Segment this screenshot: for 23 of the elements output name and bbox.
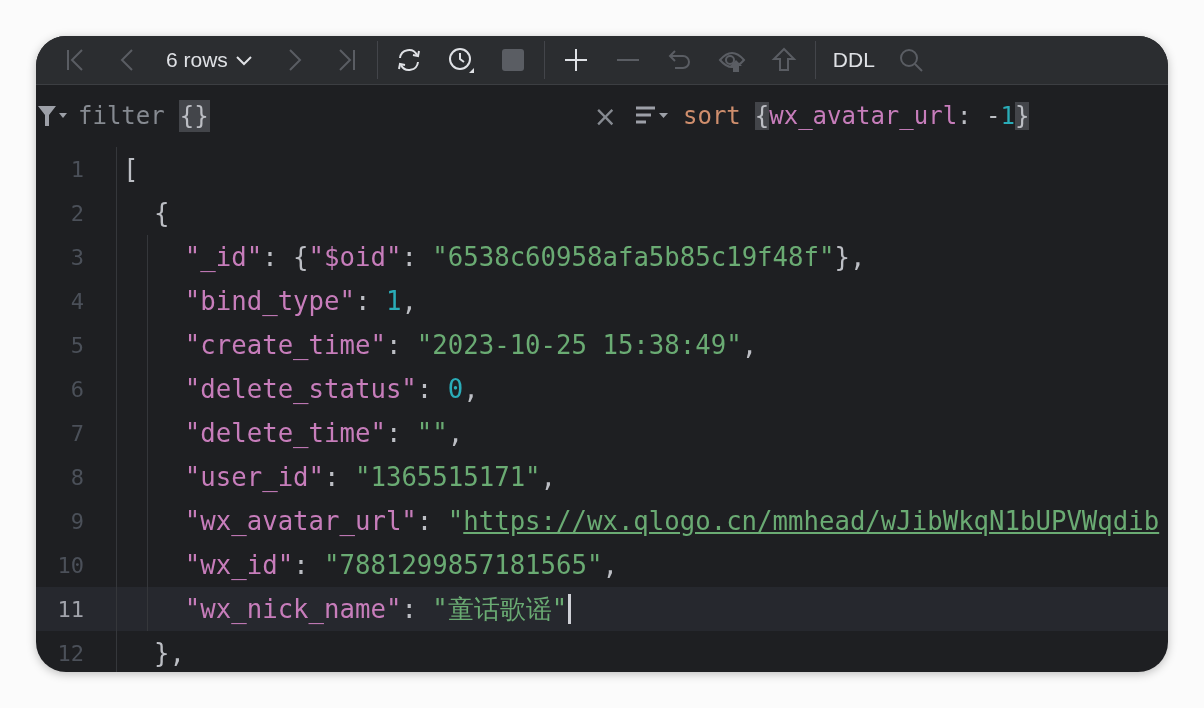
sort-icon[interactable] <box>635 105 671 127</box>
code-line: "delete_time": "", <box>184 418 464 448</box>
code-line: }, <box>153 638 185 668</box>
ddl-button[interactable]: DDL <box>832 48 875 72</box>
line-number: 11 <box>56 596 84 622</box>
filter-icon[interactable] <box>36 103 68 129</box>
rows-dropdown[interactable]: 6 rows <box>166 48 254 72</box>
code-line: { <box>153 198 170 228</box>
code-line: "_id": {"$oid": "6538c60958afa5b85c19f48f"}, <box>184 242 866 272</box>
code-line: "user_id": "1365515171", <box>184 462 557 492</box>
clear-button[interactable]: × <box>589 99 621 133</box>
code-line: "wx_id": "7881299857181565", <box>184 550 618 580</box>
code-line: "bind_type": 1, <box>184 286 417 316</box>
code-line: "create_time": "2023-10-25 15:38:49", <box>184 330 758 360</box>
code-line: "wx_avatar_url": "https://wx.qlogo.cn/mmhead/wJibWkqN1bUPVWqdib <box>184 506 1160 536</box>
chevron-down-icon <box>233 54 254 66</box>
code-line: "delete_status": 0, <box>184 374 479 404</box>
filter-field[interactable]: {} <box>178 100 210 132</box>
filter-label: filter <box>78 102 165 130</box>
sort-field[interactable]: {wx_avatar_url: -1} <box>754 102 1030 130</box>
sort-label: sort <box>683 102 741 130</box>
code-line: [ <box>123 154 139 184</box>
code-line: "wx_nick_name": "童话歌谣" <box>184 592 568 626</box>
